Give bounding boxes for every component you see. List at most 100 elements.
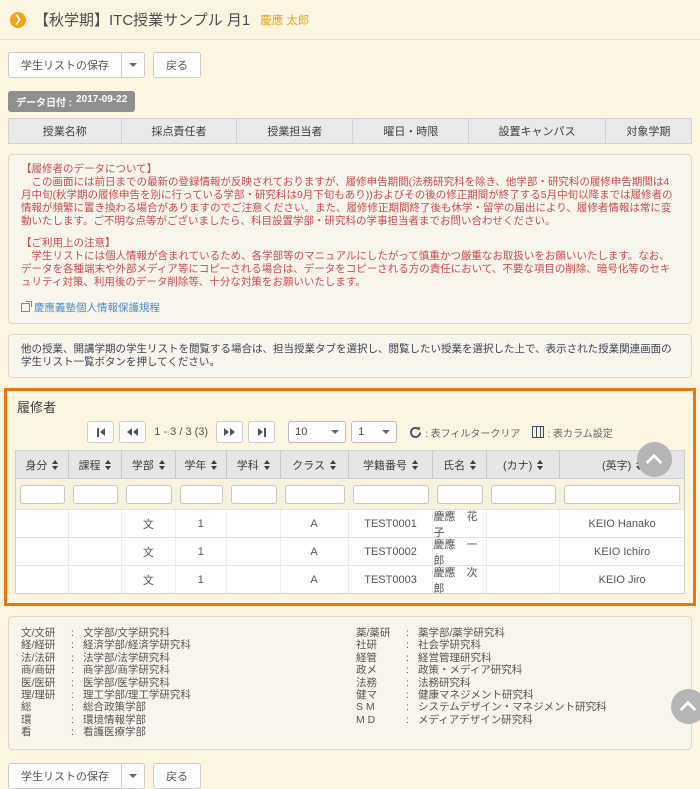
back-button[interactable]: 戻る: [153, 52, 201, 78]
privacy-policy-link-row: 慶應義塾個人情報保護規程: [21, 300, 679, 315]
chevron-down-icon: [331, 430, 339, 434]
roster-col-header[interactable]: 学籍番号: [349, 451, 434, 478]
sort-icon[interactable]: [264, 460, 270, 470]
sort-desc-arrow: [159, 466, 165, 470]
roster-row[interactable]: 文1ATEST0003慶應 次郎KEIO Jiro: [16, 565, 684, 593]
sort-desc-arrow: [412, 466, 418, 470]
legend-row: 看:看護医療学部: [21, 726, 350, 738]
sort-desc-arrow: [211, 466, 217, 470]
filter-input[interactable]: [353, 485, 430, 504]
roster-row[interactable]: 文1ATEST0002慶應 一郎KEIO Ichiro: [16, 537, 684, 565]
roster-filter-cell: [349, 479, 434, 509]
roster-row[interactable]: 文1ATEST0001慶應 花子KEIO Hanako: [16, 509, 684, 537]
filter-input[interactable]: [491, 485, 556, 504]
bottom-toolbar: 学生リストの保存 戻る: [8, 763, 692, 789]
roster-cell: KEIO Ichiro: [560, 538, 684, 565]
legend-abbr: 健マ: [356, 689, 406, 701]
sort-icon[interactable]: [211, 460, 217, 470]
scroll-to-top-button-corner[interactable]: [671, 689, 700, 724]
page-title: 【秋学期】ITC授業サンプル 月1: [34, 9, 250, 30]
legend-colon: :: [71, 689, 83, 701]
legend-row: 経管:経営管理研究科: [356, 652, 679, 664]
column-config-label: : 表カラム設定: [547, 425, 612, 440]
filter-input[interactable]: [20, 485, 65, 504]
column-config-control[interactable]: : 表カラム設定: [532, 425, 612, 440]
next-page-button[interactable]: [216, 421, 243, 443]
triangle-left-icon: [127, 428, 132, 436]
save-split-button: 学生リストの保存: [8, 52, 145, 78]
roster-cell: [16, 566, 69, 593]
roster-cell: [16, 538, 69, 565]
save-dropdown-toggle[interactable]: [122, 52, 145, 78]
page-size-select[interactable]: 10: [288, 421, 346, 443]
roster-cell: 文: [122, 510, 175, 537]
roster-col-header[interactable]: 学部: [122, 451, 175, 478]
first-page-button[interactable]: [87, 421, 114, 443]
roster-col-header[interactable]: 氏名: [433, 451, 486, 478]
sort-asc-arrow: [105, 460, 111, 464]
sort-icon[interactable]: [537, 460, 543, 470]
sort-icon[interactable]: [105, 460, 111, 470]
table-columns-icon: [532, 426, 544, 438]
roster-col-label: 身分: [25, 457, 47, 473]
page-number-select[interactable]: 1: [351, 421, 397, 443]
legend-abbr: 政メ: [356, 664, 406, 676]
roster-col-header[interactable]: 学科: [227, 451, 280, 478]
filter-input[interactable]: [126, 485, 171, 504]
page-header: ❯ 【秋学期】ITC授業サンプル 月1 慶應 太郎: [0, 0, 700, 30]
usage-notice: 【ご利用上の注意】 学生リストには個人情報が含まれているため、各学部等のマニュア…: [21, 237, 679, 289]
legend-abbr: 経管: [356, 652, 406, 664]
roster-cell: 文: [122, 566, 175, 593]
roster-col-label: クラス: [292, 457, 325, 473]
back-button-bottom[interactable]: 戻る: [153, 763, 201, 789]
filter-input[interactable]: [437, 485, 482, 504]
filter-input[interactable]: [285, 485, 345, 504]
roster-cell: A: [281, 538, 349, 565]
roster-cell: 1: [176, 538, 227, 565]
roster-filter-cell: [433, 479, 486, 509]
roster-col-header[interactable]: 課程: [69, 451, 122, 478]
sort-icon[interactable]: [159, 460, 165, 470]
course-info-table: 授業名称採点責任者授業担当者曜日・時限設置キャンパス対象学期: [8, 118, 692, 144]
roster-cell: 1: [176, 510, 227, 537]
filter-clear-control[interactable]: : 表フィルタークリア: [409, 425, 520, 440]
chevron-down-icon: [129, 63, 137, 67]
legend-full-name: 法学部/法学研究科: [83, 652, 170, 664]
roster-col-header[interactable]: クラス: [281, 451, 349, 478]
filter-input[interactable]: [73, 485, 118, 504]
sort-icon[interactable]: [412, 460, 418, 470]
legend-full-name: 看護医療学部: [83, 726, 146, 738]
sort-icon[interactable]: [470, 460, 476, 470]
course-col-header: 授業担当者: [237, 119, 353, 143]
filter-input[interactable]: [180, 485, 223, 504]
roster-filter-cell: [176, 479, 227, 509]
roster-col-header[interactable]: 身分: [16, 451, 69, 478]
legend-full-name: メディアデザイン研究科: [418, 714, 533, 726]
filter-input[interactable]: [564, 485, 680, 504]
roster-cell: A: [281, 510, 349, 537]
legend-colon: :: [406, 677, 418, 689]
legend-row: 文/文研:文学部/文学研究科: [21, 627, 350, 639]
roster-cell: [69, 566, 122, 593]
save-dropdown-toggle-bottom[interactable]: [122, 763, 145, 789]
roster-col-label: 課程: [78, 457, 100, 473]
course-col-header: 授業名称: [9, 119, 122, 143]
save-student-list-button[interactable]: 学生リストの保存: [8, 52, 122, 78]
scroll-to-top-button[interactable]: [637, 442, 672, 477]
legend-abbr: 社研: [356, 639, 406, 651]
filter-input[interactable]: [231, 485, 276, 504]
legend-row: M D:メディアデザイン研究科: [356, 714, 679, 726]
header-divider: [0, 39, 700, 40]
sort-icon[interactable]: [52, 460, 58, 470]
sort-desc-arrow: [470, 466, 476, 470]
sort-icon[interactable]: [330, 460, 336, 470]
roster-col-header[interactable]: (カナ): [487, 451, 560, 478]
legend-full-name: 薬学部/薬学研究科: [418, 627, 505, 639]
page-size-value: 10: [295, 426, 307, 438]
prev-page-button[interactable]: [119, 421, 146, 443]
roster-col-header[interactable]: 学年: [176, 451, 227, 478]
last-page-button[interactable]: [248, 421, 275, 443]
save-student-list-button-bottom[interactable]: 学生リストの保存: [8, 763, 122, 789]
privacy-policy-link[interactable]: 慶應義塾個人情報保護規程: [34, 300, 160, 315]
legend-full-name: 政策・メディア研究科: [418, 664, 522, 676]
